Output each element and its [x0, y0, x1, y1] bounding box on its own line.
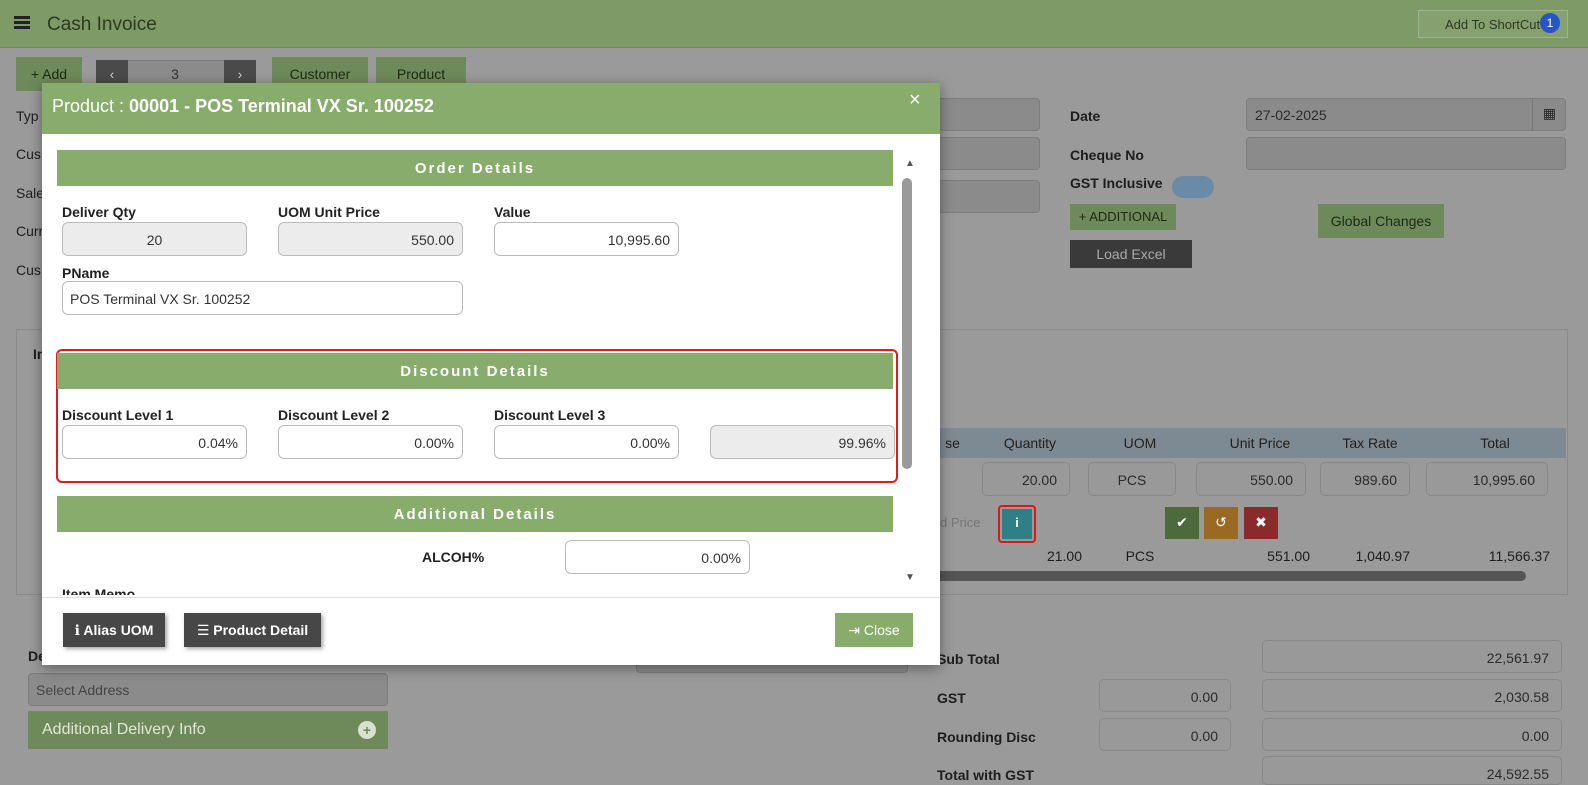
col-header-use: se [945, 435, 960, 451]
top-bar: Cash Invoice [0, 0, 1588, 48]
value-label: Value [494, 204, 531, 220]
discount-level-3-label: Discount Level 3 [494, 407, 606, 423]
close-button[interactable]: ⇥ Close [835, 613, 913, 647]
product-detail-button[interactable]: ☰ Product Detail [184, 613, 321, 647]
date-label: Date [1070, 108, 1101, 124]
modal-scrollbar-thumb[interactable] [902, 178, 912, 469]
discount-net-percent: 99.96% [710, 425, 895, 459]
shortcut-count-badge: 1 [1540, 13, 1560, 33]
bg-select-1[interactable] [930, 137, 1040, 170]
row2-tax: 1,040.97 [1355, 548, 1411, 564]
rounding-value: 0.00 [1262, 718, 1562, 751]
close-label: Close [863, 622, 900, 638]
row-info-icon[interactable]: i [1002, 509, 1032, 539]
list-icon: ☰ [196, 622, 214, 638]
gst-label: GST [937, 690, 966, 706]
col-header-uom: UOM [1123, 435, 1157, 451]
row2-uom: PCS [1125, 548, 1155, 564]
bg-field-1[interactable] [930, 98, 1040, 131]
deliver-qty-input[interactable]: 20 [62, 222, 247, 256]
col-header-tax-rate: Tax Rate [1342, 435, 1398, 451]
row2-qty: 21.00 [1046, 548, 1082, 564]
row-total-input[interactable]: 10,995.60 [1426, 462, 1548, 496]
product-detail-label: Product Detail [213, 622, 309, 638]
discount-level-1-input[interactable]: 0.04% [62, 425, 247, 459]
item-memo-clip: Item Memo [62, 585, 262, 595]
rounding-label: Rounding Disc [937, 729, 1036, 745]
table-scrollbar[interactable] [930, 571, 1526, 581]
col-header-quantity: Quantity [1003, 435, 1057, 451]
total-with-gst-value: 24,592.55 [1262, 756, 1562, 785]
row2-total: 11,566.37 [1488, 548, 1550, 564]
date-field[interactable]: 27-02-2025 [1246, 98, 1566, 131]
gst-rate-input[interactable]: 0.00 [1099, 679, 1231, 712]
customer-label: Cus [16, 146, 41, 162]
order-details-header: Order Details [57, 150, 893, 186]
gst-value: 2,030.58 [1262, 679, 1562, 712]
pname-input[interactable]: POS Terminal VX Sr. 100252 [62, 281, 463, 315]
sub-total-label: Sub Total [937, 651, 1000, 667]
discount-level-2-label: Discount Level 2 [278, 407, 390, 423]
additional-details-header: Additional Details [57, 496, 893, 532]
alias-uom-label: Alias UOM [83, 622, 154, 638]
customer2-label: Cus [16, 262, 41, 278]
col-header-total: Total [1480, 435, 1510, 451]
uom-unit-price-input[interactable]: 550.00 [278, 222, 463, 256]
additional-button[interactable]: + ADDITIONAL [1070, 204, 1176, 230]
row2-unit-price: 551.00 [1267, 548, 1310, 564]
row-unit-price-input[interactable]: 550.00 [1196, 462, 1306, 496]
product-modal: Product : 00001 - POS Terminal VX Sr. 10… [42, 83, 940, 665]
rounding-rate-input[interactable]: 0.00 [1099, 718, 1231, 751]
item-memo-label: Item Memo [62, 586, 136, 595]
additional-delivery-info[interactable]: Additional Delivery Info [28, 711, 388, 749]
bg-select-2[interactable] [930, 180, 1040, 213]
alias-uom-button[interactable]: ℹ Alias UOM [63, 613, 165, 647]
sub-total-value: 22,561.97 [1262, 640, 1562, 673]
alcoh-input[interactable]: 0.00% [565, 540, 750, 574]
deliver-qty-label: Deliver Qty [62, 204, 136, 220]
discount-details-header: Discount Details [57, 353, 893, 389]
pname-label: PName [62, 265, 110, 281]
currency-label: Curr [16, 223, 44, 239]
scroll-down-icon[interactable]: ▼ [905, 572, 915, 583]
modal-footer: ℹ Alias UOM ☰ Product Detail ⇥ Close [42, 597, 940, 665]
scroll-up-icon[interactable]: ▲ [905, 158, 915, 169]
hamburger-menu-icon[interactable] [14, 16, 30, 29]
load-excel-button[interactable]: Load Excel [1070, 240, 1192, 268]
sign-out-icon: ⇥ [848, 622, 864, 638]
row-qty-input[interactable]: 20.00 [982, 462, 1070, 496]
calendar-icon[interactable]: ▦ [1532, 98, 1566, 131]
cheque-label: Cheque No [1070, 147, 1144, 163]
uom-unit-price-label: UOM Unit Price [278, 204, 380, 220]
sales-label: Sale [16, 185, 45, 201]
gst-inclusive-label: GST Inclusive [1070, 175, 1163, 191]
discount-level-2-input[interactable]: 0.00% [278, 425, 463, 459]
modal-close-icon[interactable]: × [909, 89, 921, 112]
modal-header: Product : 00001 - POS Terminal VX Sr. 10… [42, 83, 940, 134]
row-price-placeholder[interactable]: d Price [940, 508, 988, 538]
modal-title-product: 00001 - POS Terminal VX Sr. 100252 [129, 96, 434, 116]
row-uom-select[interactable]: PCS [1088, 462, 1176, 496]
global-changes-button[interactable]: Global Changes [1318, 204, 1444, 238]
row-tax-input[interactable]: 989.60 [1320, 462, 1410, 496]
gst-inclusive-toggle[interactable] [1172, 176, 1214, 198]
record-number: 3 [171, 66, 179, 82]
cheque-field[interactable] [1246, 137, 1566, 170]
row-save-check-icon[interactable]: ✔ [1165, 507, 1199, 539]
row-delete-icon[interactable]: ✖ [1244, 507, 1278, 539]
type-label: Typ [16, 108, 39, 124]
value-input[interactable]: 10,995.60 [494, 222, 679, 256]
page-title: Cash Invoice [47, 14, 157, 35]
row-undo-icon[interactable]: ↺ [1204, 507, 1238, 539]
total-with-gst-label: Total with GST [937, 767, 1034, 783]
expand-plus-icon[interactable]: + [358, 721, 376, 739]
select-address-dropdown[interactable]: Select Address [28, 673, 388, 706]
modal-title-prefix: Product : [52, 96, 130, 116]
alcoh-label: ALCOH% [422, 549, 485, 565]
discount-level-1-label: Discount Level 1 [62, 407, 174, 423]
discount-level-3-input[interactable]: 0.00% [494, 425, 679, 459]
col-header-unit-price: Unit Price [1229, 435, 1291, 451]
